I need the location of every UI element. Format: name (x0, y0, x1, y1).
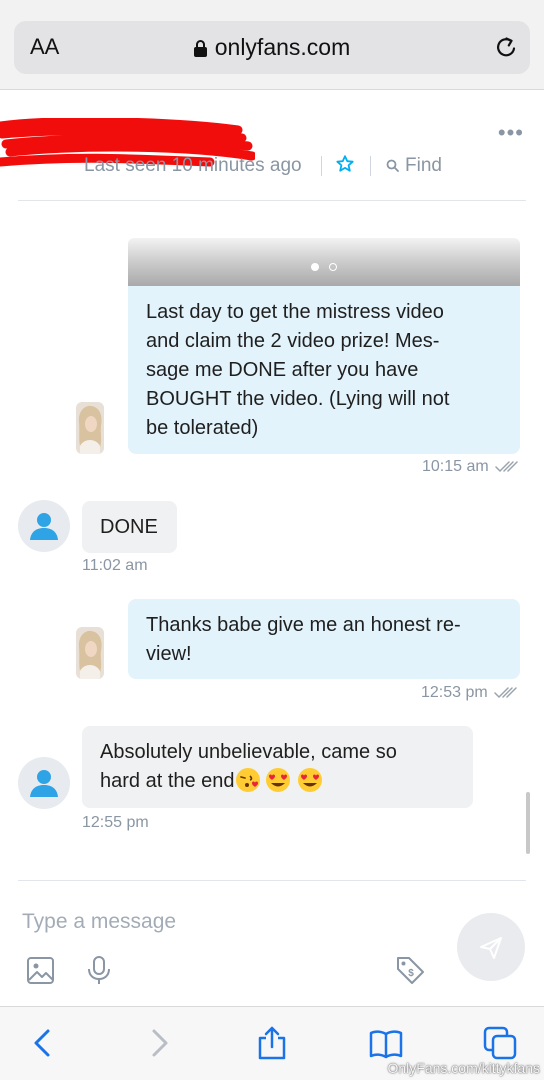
star-icon[interactable] (335, 154, 355, 174)
price-tag-icon[interactable]: $ (395, 955, 425, 985)
microphone-icon[interactable] (84, 955, 114, 985)
message-line-with-emoji: hard at the end (100, 767, 455, 796)
back-icon[interactable] (26, 1025, 62, 1061)
svg-text:$: $ (408, 968, 414, 979)
header-divider (370, 156, 371, 176)
message-line: Absolutely unbelievable, came so (100, 741, 397, 763)
message-bubble-outgoing[interactable]: Last day to get the mistress video and c… (128, 286, 520, 454)
carousel-dot[interactable] (329, 263, 337, 271)
message-line: and claim the 2 video prize! Mes- (146, 330, 440, 352)
message-meta: 12:53 pm (421, 684, 520, 702)
message-timestamp: 11:02 am (82, 557, 148, 574)
read-receipt-icon (493, 687, 517, 699)
user-avatar[interactable] (18, 757, 70, 809)
user-icon (30, 770, 58, 797)
heart-eyes-emoji (265, 768, 290, 792)
message-text: DONE (100, 516, 158, 538)
send-icon (480, 937, 502, 959)
message-bubble-outgoing[interactable]: Thanks babe give me an honest re- view! (128, 599, 520, 679)
chat-scrollbar[interactable] (526, 792, 530, 854)
message-line: sage me DONE after you have (146, 359, 419, 381)
more-options-icon[interactable]: ••• (498, 120, 524, 146)
media-preview[interactable] (128, 238, 520, 286)
carousel-dot-active[interactable] (311, 263, 319, 271)
message-line: Thanks babe give me an honest re- (146, 614, 461, 636)
forward-icon[interactable] (140, 1025, 176, 1061)
carousel-dots (128, 258, 520, 276)
header-divider (321, 156, 322, 176)
tabs-icon[interactable] (482, 1025, 518, 1061)
find-label: Find (405, 155, 442, 176)
message-timestamp: 10:15 am (422, 458, 489, 475)
heart-eyes-emoji (297, 768, 322, 792)
sender-avatar[interactable] (76, 402, 104, 454)
user-icon (30, 513, 58, 540)
image-icon[interactable] (26, 956, 56, 986)
emoji-group (235, 768, 322, 792)
sender-avatar[interactable] (76, 627, 104, 679)
composer-divider (18, 880, 526, 881)
message-timestamp: 12:55 pm (82, 814, 149, 831)
message-bubble-incoming[interactable]: Absolutely unbelievable, came so hard at… (82, 726, 473, 808)
search-icon (386, 159, 399, 172)
header-divider-line (18, 200, 526, 201)
share-icon[interactable] (254, 1025, 290, 1061)
url-display[interactable]: onlyfans.com (14, 34, 530, 61)
message-line: Last day to get the mistress video (146, 301, 444, 323)
message-bubble-incoming[interactable]: DONE (82, 501, 177, 553)
find-button[interactable]: Find (386, 155, 442, 177)
last-seen-status: Last seen 10 minutes ago (84, 155, 302, 176)
send-button[interactable] (457, 913, 525, 981)
message-input[interactable] (22, 905, 442, 939)
browser-address-area: AA onlyfans.com (0, 0, 544, 90)
address-bar[interactable]: AA onlyfans.com (14, 21, 530, 74)
reload-icon[interactable] (492, 33, 520, 61)
message-line: BOUGHT the video. (Lying will not (146, 388, 450, 410)
kissing-face-emoji (235, 768, 260, 792)
domain-text: onlyfans.com (214, 34, 351, 60)
user-avatar[interactable] (18, 500, 70, 552)
bookmarks-icon[interactable] (368, 1025, 404, 1061)
watermark: OnlyFans.com/kittykfans (387, 1060, 541, 1076)
message-line: view! (146, 643, 192, 665)
read-receipt-icon (494, 461, 518, 473)
lock-icon (193, 40, 207, 57)
message-meta: 10:15 am (422, 458, 521, 476)
message-line: hard at the end (100, 770, 235, 792)
message-timestamp: 12:53 pm (421, 684, 488, 701)
message-line: be tolerated) (146, 417, 259, 439)
